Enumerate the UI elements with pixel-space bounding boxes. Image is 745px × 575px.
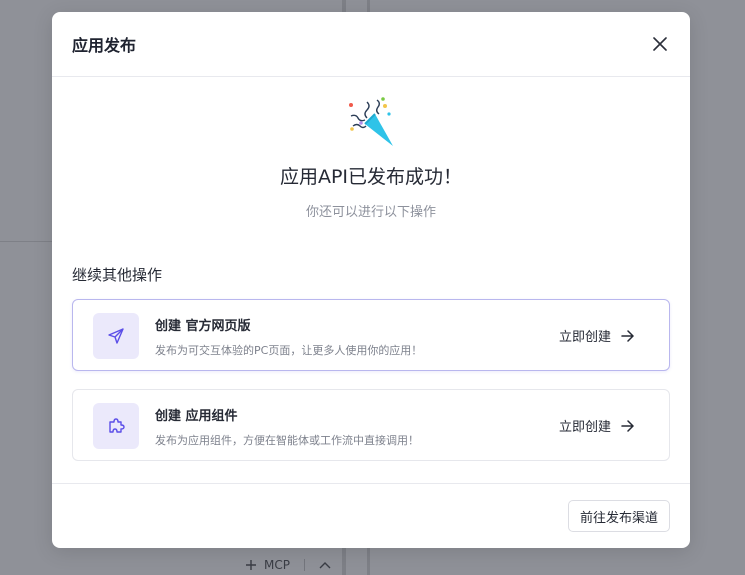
card-title: 创建 官方网页版 bbox=[155, 319, 251, 334]
create-now-button[interactable]: 立即创建 bbox=[559, 326, 635, 345]
close-icon bbox=[653, 37, 667, 51]
card-icon-container bbox=[93, 313, 139, 359]
background-divider bbox=[0, 241, 52, 242]
success-subtitle: 你还可以进行以下操作 bbox=[305, 205, 436, 220]
publish-dialog: 应用发布 应用API已发布成功！ 你还可以进行以下操作 继续其他操作 创建 官方… bbox=[52, 12, 690, 548]
go-to-publish-channels-button[interactable]: 前往发布渠道 bbox=[567, 500, 670, 532]
arrow-right-icon bbox=[621, 329, 634, 342]
create-now-label: 立即创建 bbox=[558, 420, 611, 435]
close-button[interactable] bbox=[650, 34, 670, 54]
party-popper-icon bbox=[349, 97, 393, 146]
section-title: 继续其他操作 bbox=[72, 266, 163, 284]
chevron-up-icon[interactable] bbox=[319, 561, 331, 569]
create-now-button[interactable]: 立即创建 bbox=[559, 416, 635, 435]
card-description: 发布为可交互体验的PC页面，让更多人使用你的应用！ bbox=[155, 344, 423, 357]
separator bbox=[303, 559, 305, 571]
card-title: 创建 应用组件 bbox=[155, 409, 238, 424]
success-hero: 应用API已发布成功！ 你还可以进行以下操作 bbox=[52, 96, 690, 220]
success-title: 应用API已发布成功！ bbox=[279, 166, 463, 188]
arrow-right-icon bbox=[621, 419, 634, 432]
send-icon bbox=[108, 328, 124, 344]
card-description: 发布为应用组件，方便在智能体或工作流中直接调用！ bbox=[155, 434, 419, 447]
dialog-title: 应用发布 bbox=[72, 36, 137, 55]
plus-icon[interactable] bbox=[246, 560, 256, 570]
create-app-component-card[interactable]: 创建 应用组件 发布为应用组件，方便在智能体或工作流中直接调用！ 立即创建 bbox=[72, 389, 670, 461]
dialog-footer: 前往发布渠道 bbox=[52, 483, 690, 548]
create-now-label: 立即创建 bbox=[558, 330, 611, 345]
add-mcp-button[interactable]: MCP bbox=[264, 558, 290, 572]
puzzle-icon bbox=[109, 418, 125, 433]
create-web-version-card[interactable]: 创建 官方网页版 发布为可交互体验的PC页面，让更多人使用你的应用！ 立即创建 bbox=[72, 299, 670, 371]
card-icon-container bbox=[93, 403, 139, 449]
dialog-header: 应用发布 bbox=[52, 12, 690, 77]
background-bottom-bar: MCP bbox=[246, 556, 331, 574]
